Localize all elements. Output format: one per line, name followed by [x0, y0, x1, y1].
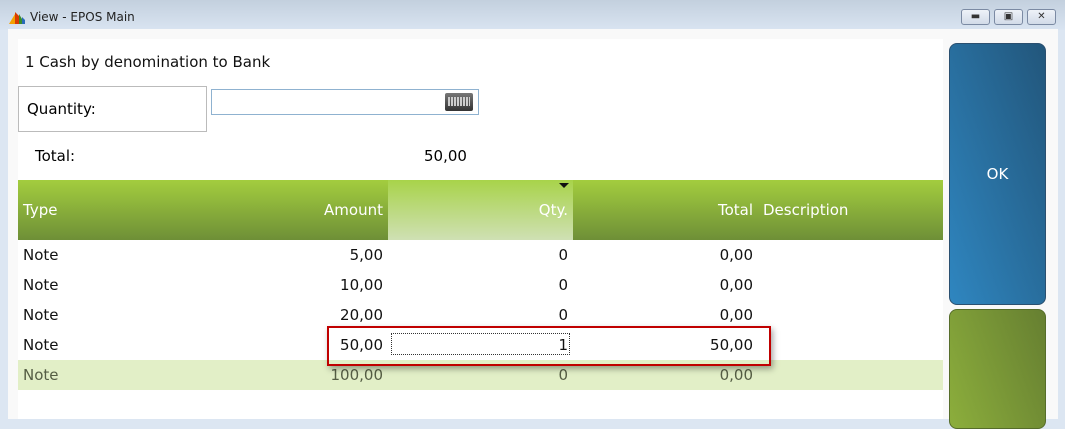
cell-type: Note	[23, 246, 59, 264]
cell-type: Note	[23, 306, 59, 324]
app-logo-icon	[9, 12, 25, 24]
keyboard-icon[interactable]	[445, 93, 473, 111]
cell-type: Note	[23, 366, 59, 384]
secondary-button[interactable]	[949, 309, 1046, 429]
window-title: View - EPOS Main	[30, 10, 135, 24]
minimize-button[interactable]: ▬	[961, 9, 990, 25]
cell-total: 0,00	[719, 366, 753, 384]
sort-desc-icon	[559, 183, 569, 188]
cell-amount: 5,00	[349, 246, 383, 264]
page-title: 1 Cash by denomination to Bank	[25, 53, 271, 71]
cell-amount: 100,00	[330, 366, 384, 384]
table-row[interactable]: Note 5,00 0 0,00	[18, 240, 943, 270]
cell-total: 0,00	[719, 246, 753, 264]
cell-qty[interactable]: 0	[558, 366, 568, 384]
quantity-input[interactable]	[211, 89, 479, 115]
cell-total: 0,00	[719, 276, 753, 294]
cell-qty[interactable]: 0	[558, 246, 568, 264]
close-icon: ✕	[1037, 11, 1046, 22]
total-label: Total:	[35, 147, 76, 165]
header-total[interactable]: Total	[718, 201, 753, 219]
table-row[interactable]: Note 10,00 0 0,00	[18, 270, 943, 300]
cell-type: Note	[23, 276, 59, 294]
header-type[interactable]: Type	[23, 201, 57, 219]
minimize-icon: ▬	[970, 11, 981, 22]
ok-button[interactable]: OK	[949, 43, 1046, 305]
title-bar: View - EPOS Main ▬ ▣ ✕	[0, 0, 1065, 30]
cell-amount: 20,00	[340, 306, 383, 324]
table-header: Type Amount Qty. Total Description	[18, 180, 943, 240]
close-button[interactable]: ✕	[1027, 9, 1056, 25]
cell-type: Note	[23, 336, 59, 354]
cell-amount: 10,00	[340, 276, 383, 294]
cell-total: 0,00	[719, 306, 753, 324]
header-description[interactable]: Description	[763, 201, 848, 219]
cell-qty[interactable]: 0	[558, 306, 568, 324]
maximize-button[interactable]: ▣	[994, 9, 1023, 25]
total-value: 50,00	[424, 147, 467, 165]
maximize-icon: ▣	[1003, 11, 1014, 22]
cell-qty[interactable]: 0	[558, 276, 568, 294]
header-amount[interactable]: Amount	[324, 201, 383, 219]
quantity-label: Quantity:	[18, 86, 207, 132]
header-qty[interactable]: Qty.	[539, 201, 568, 219]
highlight-annotation	[327, 326, 771, 366]
